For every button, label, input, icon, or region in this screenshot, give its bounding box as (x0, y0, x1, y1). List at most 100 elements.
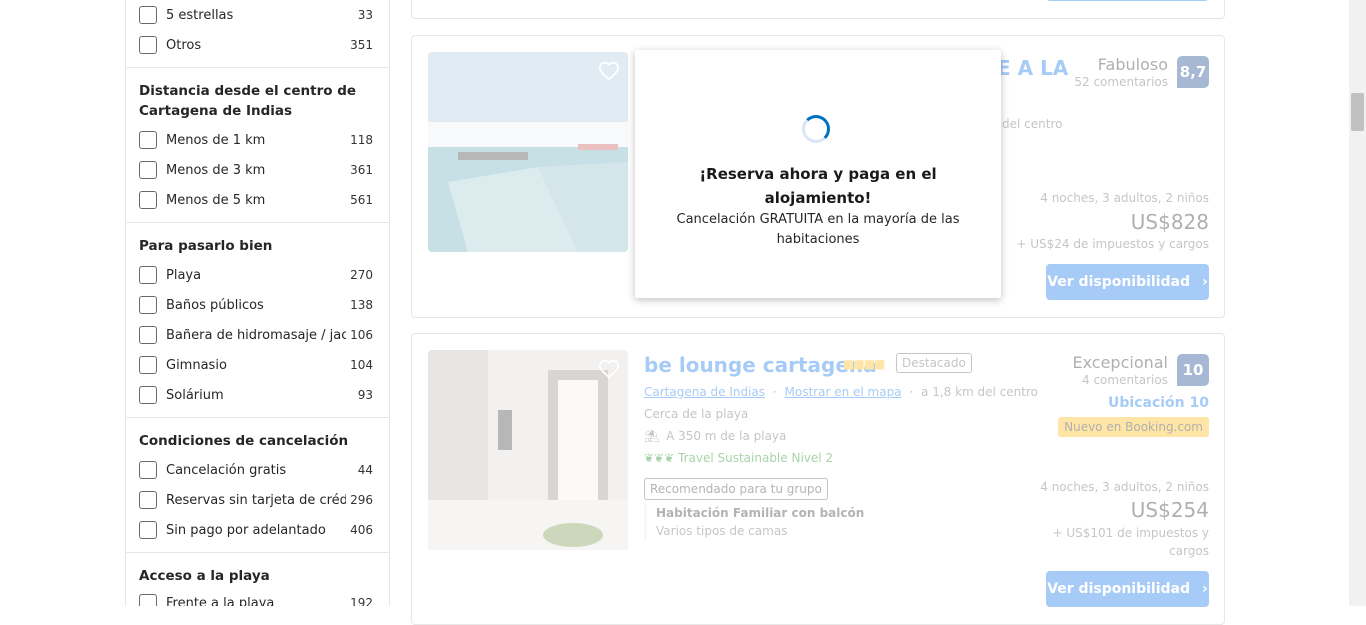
separator: · (909, 385, 914, 399)
filters-sidebar: 5 estrellas 33 Otros 351 Distancia desde… (125, 0, 390, 606)
beach-group-title: Acceso a la playa (139, 568, 270, 584)
fun-group-title: Para pasarlo bien (139, 238, 273, 254)
beach-distance-text: A 350 m de la playa (666, 429, 787, 443)
checkbox[interactable] (139, 36, 157, 54)
filter-5-stars[interactable]: 5 estrellas 33 (139, 5, 373, 25)
availability-button-label: Ver disponibilidad (1047, 581, 1191, 597)
property-name[interactable]: E A LA (997, 56, 1068, 80)
filter-solarium[interactable]: Solárium 93 (139, 385, 373, 405)
filter-label: Frente a la playa (166, 595, 275, 607)
filter-less-5km[interactable]: Menos de 5 km 561 (139, 190, 373, 210)
checkbox[interactable] (139, 266, 157, 284)
checkbox[interactable] (139, 461, 157, 479)
beach-umbrella-icon: ⛱ (644, 429, 660, 443)
checkbox[interactable] (139, 594, 157, 606)
filter-less-3km[interactable]: Menos de 3 km 361 (139, 160, 373, 180)
loading-spinner-icon (802, 115, 830, 143)
popup-subtitle: Cancelación GRATUITA en la mayoría de la… (676, 212, 960, 247)
filter-count: 138 (350, 298, 373, 312)
divider (126, 222, 389, 223)
filter-beach[interactable]: Playa 270 (139, 265, 373, 285)
stay-details: 4 noches, 3 adultos, 2 niños (1040, 480, 1209, 494)
cancellation-group-title: Condiciones de cancelación (139, 433, 349, 449)
filter-count: 106 (350, 328, 373, 342)
score-badge: 10 (1177, 354, 1209, 386)
filter-label: Menos de 1 km (166, 132, 266, 148)
checkbox[interactable] (139, 491, 157, 509)
city-link[interactable]: Cartagena de Indias (644, 385, 765, 399)
divider (126, 417, 389, 418)
room-info: Habitación Familiar con balcón Varios ti… (644, 504, 864, 540)
availability-button-partial[interactable] (1046, 0, 1209, 1)
heart-icon[interactable] (598, 358, 620, 380)
availability-button-label: Ver disponibilidad (1047, 274, 1191, 290)
review-count[interactable]: 4 comentarios (1082, 373, 1168, 387)
availability-button[interactable]: Ver disponibilidad › (1046, 571, 1209, 607)
page-scrollbar[interactable] (1349, 0, 1366, 606)
filter-public-baths[interactable]: Baños públicos 138 (139, 295, 373, 315)
previous-property-card (411, 0, 1225, 19)
filter-no-prepayment[interactable]: Sin pago por adelantado 406 (139, 520, 373, 540)
filter-count: 44 (357, 463, 373, 477)
filter-label: Cancelación gratis (166, 462, 287, 478)
filter-less-1km[interactable]: Menos de 1 km 118 (139, 130, 373, 150)
beach-distance-line: ⛱ A 350 m de la playa (644, 429, 786, 443)
price: US$254 (1130, 498, 1209, 522)
taxes-text: + US$24 de impuestos y cargos (1016, 237, 1209, 251)
divider (126, 552, 389, 553)
heart-icon[interactable] (598, 60, 620, 82)
divider (126, 67, 389, 68)
chevron-right-icon: › (1202, 274, 1208, 290)
filter-count: 33 (357, 8, 373, 22)
checkbox[interactable] (139, 326, 157, 344)
filter-other-stars[interactable]: Otros 351 (139, 35, 373, 55)
score-badge: 8,7 (1177, 56, 1209, 88)
availability-button[interactable]: Ver disponibilidad › (1046, 264, 1209, 300)
featured-badge: Destacado (896, 353, 972, 373)
checkbox[interactable] (139, 386, 157, 404)
filter-beachfront[interactable]: Frente a la playa 192 (139, 593, 373, 606)
checkbox[interactable] (139, 296, 157, 314)
property-name[interactable]: be lounge cartagena (644, 353, 877, 377)
rating-word: Excepcional (1072, 353, 1168, 372)
filter-count: 351 (350, 38, 373, 52)
sustainable-text: Travel Sustainable Nivel 2 (678, 451, 834, 465)
filter-label: Otros (166, 37, 202, 53)
filter-label: Menos de 3 km (166, 162, 266, 178)
location-line: Cartagena de Indias · Mostrar en el mapa… (644, 385, 1038, 399)
filter-label: 5 estrellas (166, 7, 234, 23)
separator: · (772, 385, 777, 399)
filter-count: 361 (350, 163, 373, 177)
room-name: Habitación Familiar con balcón (656, 506, 865, 520)
property-photo[interactable] (428, 350, 628, 550)
checkbox[interactable] (139, 131, 157, 149)
checkbox[interactable] (139, 191, 157, 209)
chevron-right-icon: › (1202, 581, 1208, 597)
filter-no-credit-card[interactable]: Reservas sin tarjeta de crédito 296 (139, 490, 373, 510)
property-photo[interactable] (428, 52, 628, 252)
location-score: Ubicación 10 (1108, 395, 1209, 411)
property-card: be lounge cartagena ■■■■ Destacado Carta… (411, 333, 1225, 625)
filter-free-cancellation[interactable]: Cancelación gratis 44 (139, 460, 373, 480)
filter-count: 93 (357, 388, 373, 402)
price: US$828 (1130, 210, 1209, 234)
filter-label: Sin pago por adelantado (166, 522, 326, 538)
distance-group-title: Distancia desde el centro de Cartagena d… (139, 83, 357, 119)
distance-text: a 1,8 km del centro (921, 385, 1039, 399)
room-beds: Varios tipos de camas (656, 524, 788, 538)
review-count[interactable]: 52 comentarios (1074, 75, 1168, 89)
checkbox[interactable] (139, 356, 157, 374)
distance-text: del centro (1002, 117, 1063, 131)
sustainable-line[interactable]: ❦❦❦ Travel Sustainable Nivel 2 (644, 451, 833, 465)
filter-label: Playa (166, 267, 202, 283)
checkbox[interactable] (139, 6, 157, 24)
checkbox[interactable] (139, 161, 157, 179)
filter-gym[interactable]: Gimnasio 104 (139, 355, 373, 375)
filter-hot-tub[interactable]: Bañera de hidromasaje / jacuzzi 106 (139, 325, 373, 345)
scrollbar-thumb[interactable] (1351, 93, 1364, 131)
checkbox[interactable] (139, 521, 157, 539)
show-on-map-link[interactable]: Mostrar en el mapa (785, 385, 902, 399)
filter-label: Gimnasio (166, 357, 227, 373)
filter-count: 270 (350, 268, 373, 282)
filter-count: 192 (350, 596, 373, 606)
